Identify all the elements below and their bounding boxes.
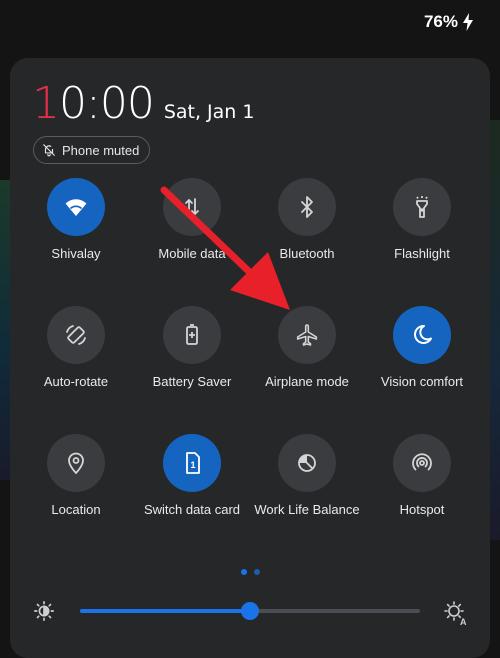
hotspot-icon (410, 451, 434, 475)
wallpaper-edge-right (490, 120, 500, 540)
brightness-auto-icon[interactable]: A (443, 600, 469, 626)
tile-label: Work Life Balance (254, 502, 360, 517)
svg-text:A: A (460, 617, 467, 626)
tile-work-life-balance[interactable]: Work Life Balance (249, 434, 365, 517)
tile-label: Auto-rotate (43, 374, 109, 389)
tile-toggle-button[interactable] (393, 178, 451, 236)
phone-muted-chip[interactable]: Phone muted (33, 136, 151, 164)
time-rest: 0:00 (59, 78, 155, 129)
battery-percent: 76% (423, 12, 458, 31)
tile-shivalay[interactable]: Shivalay (18, 178, 134, 261)
battery-indicator: 76% (424, 12, 474, 32)
tile-label: Hotspot (399, 502, 445, 517)
tile-toggle-button[interactable] (47, 306, 105, 364)
brightness-slider-fill (80, 609, 250, 613)
brightness-slider[interactable] (80, 602, 420, 620)
tile-auto-rotate[interactable]: Auto-rotate (18, 306, 134, 389)
tile-switch-data-card[interactable]: 1 Switch data card (134, 434, 250, 517)
page-dot-1[interactable] (241, 569, 247, 575)
time-display: 10:00 (32, 78, 155, 129)
status-bar: 76% (0, 0, 500, 44)
brightness-low-icon (34, 601, 54, 621)
brightness-slider-thumb[interactable] (241, 602, 259, 620)
tile-toggle-button[interactable] (278, 434, 336, 492)
tile-toggle-button[interactable] (47, 434, 105, 492)
tile-flashlight[interactable]: Flashlight (364, 178, 480, 261)
tile-toggle-button[interactable] (47, 178, 105, 236)
tile-toggle-button[interactable]: 1 (163, 434, 221, 492)
tile-label: Battery Saver (152, 374, 232, 389)
location-pin-icon (64, 451, 88, 475)
page-indicator (241, 569, 260, 575)
tile-label: Location (51, 502, 101, 517)
charging-bolt-icon (463, 13, 473, 31)
wifi-icon (64, 195, 88, 219)
auto-rotate-icon (64, 323, 88, 347)
date-display: Sat, Jan 1 (163, 101, 255, 123)
work-life-balance-icon (295, 451, 319, 475)
tile-toggle-button[interactable] (393, 306, 451, 364)
svg-text:1: 1 (190, 460, 195, 470)
battery-saver-icon (180, 323, 204, 347)
phone-muted-label: Phone muted (62, 142, 140, 158)
tile-vision-comfort[interactable]: Vision comfort (364, 306, 480, 389)
page-dot-2[interactable] (254, 569, 260, 575)
flashlight-icon (410, 195, 434, 219)
sim-card-icon: 1 (180, 451, 204, 475)
time-first-digit: 1 (32, 78, 60, 129)
wallpaper-edge-left (0, 180, 10, 480)
moon-icon (410, 323, 434, 347)
tile-location[interactable]: Location (18, 434, 134, 517)
tile-hotspot[interactable]: Hotspot (364, 434, 480, 517)
tile-toggle-button[interactable] (393, 434, 451, 492)
tile-label: Flashlight (394, 246, 450, 261)
clock[interactable]: 10:00 Sat, Jan 1 (32, 80, 254, 128)
bell-off-icon (43, 144, 55, 157)
tile-label: Airplane mode (265, 374, 349, 389)
airplane-icon (295, 323, 319, 347)
tile-label: Shivalay (51, 246, 101, 261)
tile-label: Switch data card (143, 502, 241, 517)
tile-label: Vision comfort (380, 374, 464, 389)
annotation-arrow (160, 186, 290, 310)
